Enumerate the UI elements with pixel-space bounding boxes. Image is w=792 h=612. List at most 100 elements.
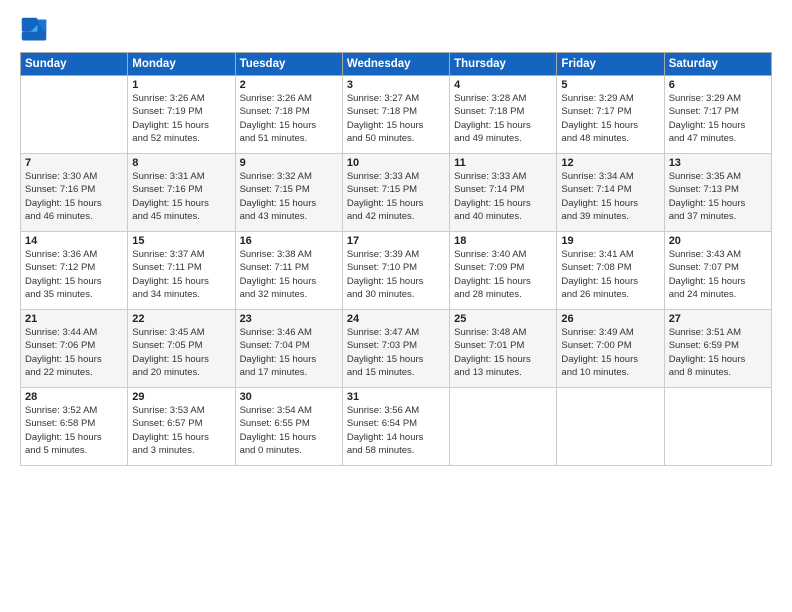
day-cell: 28Sunrise: 3:52 AM Sunset: 6:58 PM Dayli… xyxy=(21,388,128,466)
page: SundayMondayTuesdayWednesdayThursdayFrid… xyxy=(0,0,792,612)
day-detail: Sunrise: 3:39 AM Sunset: 7:10 PM Dayligh… xyxy=(347,248,445,301)
day-number: 7 xyxy=(25,157,123,169)
day-number: 3 xyxy=(347,79,445,91)
day-detail: Sunrise: 3:40 AM Sunset: 7:09 PM Dayligh… xyxy=(454,248,552,301)
day-detail: Sunrise: 3:30 AM Sunset: 7:16 PM Dayligh… xyxy=(25,170,123,223)
day-number: 25 xyxy=(454,313,552,325)
day-detail: Sunrise: 3:36 AM Sunset: 7:12 PM Dayligh… xyxy=(25,248,123,301)
day-detail: Sunrise: 3:43 AM Sunset: 7:07 PM Dayligh… xyxy=(669,248,767,301)
day-detail: Sunrise: 3:46 AM Sunset: 7:04 PM Dayligh… xyxy=(240,326,338,379)
week-row-2: 7Sunrise: 3:30 AM Sunset: 7:16 PM Daylig… xyxy=(21,154,772,232)
day-cell: 27Sunrise: 3:51 AM Sunset: 6:59 PM Dayli… xyxy=(664,310,771,388)
day-number: 12 xyxy=(561,157,659,169)
weekday-tuesday: Tuesday xyxy=(235,53,342,76)
day-cell: 25Sunrise: 3:48 AM Sunset: 7:01 PM Dayli… xyxy=(450,310,557,388)
day-detail: Sunrise: 3:41 AM Sunset: 7:08 PM Dayligh… xyxy=(561,248,659,301)
day-detail: Sunrise: 3:47 AM Sunset: 7:03 PM Dayligh… xyxy=(347,326,445,379)
day-number: 18 xyxy=(454,235,552,247)
day-cell: 3Sunrise: 3:27 AM Sunset: 7:18 PM Daylig… xyxy=(342,76,449,154)
day-detail: Sunrise: 3:26 AM Sunset: 7:18 PM Dayligh… xyxy=(240,92,338,145)
day-detail: Sunrise: 3:27 AM Sunset: 7:18 PM Dayligh… xyxy=(347,92,445,145)
day-cell: 19Sunrise: 3:41 AM Sunset: 7:08 PM Dayli… xyxy=(557,232,664,310)
day-number: 6 xyxy=(669,79,767,91)
day-cell: 24Sunrise: 3:47 AM Sunset: 7:03 PM Dayli… xyxy=(342,310,449,388)
day-number: 27 xyxy=(669,313,767,325)
day-number: 23 xyxy=(240,313,338,325)
day-cell: 30Sunrise: 3:54 AM Sunset: 6:55 PM Dayli… xyxy=(235,388,342,466)
day-cell: 10Sunrise: 3:33 AM Sunset: 7:15 PM Dayli… xyxy=(342,154,449,232)
week-row-5: 28Sunrise: 3:52 AM Sunset: 6:58 PM Dayli… xyxy=(21,388,772,466)
weekday-wednesday: Wednesday xyxy=(342,53,449,76)
weekday-monday: Monday xyxy=(128,53,235,76)
day-cell: 11Sunrise: 3:33 AM Sunset: 7:14 PM Dayli… xyxy=(450,154,557,232)
day-number: 2 xyxy=(240,79,338,91)
day-detail: Sunrise: 3:45 AM Sunset: 7:05 PM Dayligh… xyxy=(132,326,230,379)
day-number: 4 xyxy=(454,79,552,91)
day-number: 30 xyxy=(240,391,338,403)
day-cell: 4Sunrise: 3:28 AM Sunset: 7:18 PM Daylig… xyxy=(450,76,557,154)
day-cell: 22Sunrise: 3:45 AM Sunset: 7:05 PM Dayli… xyxy=(128,310,235,388)
day-detail: Sunrise: 3:49 AM Sunset: 7:00 PM Dayligh… xyxy=(561,326,659,379)
day-detail: Sunrise: 3:28 AM Sunset: 7:18 PM Dayligh… xyxy=(454,92,552,145)
weekday-saturday: Saturday xyxy=(664,53,771,76)
day-cell: 7Sunrise: 3:30 AM Sunset: 7:16 PM Daylig… xyxy=(21,154,128,232)
day-detail: Sunrise: 3:31 AM Sunset: 7:16 PM Dayligh… xyxy=(132,170,230,223)
day-number: 1 xyxy=(132,79,230,91)
day-detail: Sunrise: 3:33 AM Sunset: 7:15 PM Dayligh… xyxy=(347,170,445,223)
day-number: 28 xyxy=(25,391,123,403)
weekday-sunday: Sunday xyxy=(21,53,128,76)
day-cell: 21Sunrise: 3:44 AM Sunset: 7:06 PM Dayli… xyxy=(21,310,128,388)
day-detail: Sunrise: 3:52 AM Sunset: 6:58 PM Dayligh… xyxy=(25,404,123,457)
day-cell: 29Sunrise: 3:53 AM Sunset: 6:57 PM Dayli… xyxy=(128,388,235,466)
day-cell: 26Sunrise: 3:49 AM Sunset: 7:00 PM Dayli… xyxy=(557,310,664,388)
weekday-friday: Friday xyxy=(557,53,664,76)
day-cell: 8Sunrise: 3:31 AM Sunset: 7:16 PM Daylig… xyxy=(128,154,235,232)
day-cell: 17Sunrise: 3:39 AM Sunset: 7:10 PM Dayli… xyxy=(342,232,449,310)
day-cell: 23Sunrise: 3:46 AM Sunset: 7:04 PM Dayli… xyxy=(235,310,342,388)
day-number: 5 xyxy=(561,79,659,91)
day-detail: Sunrise: 3:54 AM Sunset: 6:55 PM Dayligh… xyxy=(240,404,338,457)
day-detail: Sunrise: 3:34 AM Sunset: 7:14 PM Dayligh… xyxy=(561,170,659,223)
day-cell xyxy=(21,76,128,154)
day-cell: 16Sunrise: 3:38 AM Sunset: 7:11 PM Dayli… xyxy=(235,232,342,310)
day-cell: 15Sunrise: 3:37 AM Sunset: 7:11 PM Dayli… xyxy=(128,232,235,310)
day-number: 31 xyxy=(347,391,445,403)
day-detail: Sunrise: 3:33 AM Sunset: 7:14 PM Dayligh… xyxy=(454,170,552,223)
day-number: 17 xyxy=(347,235,445,247)
day-detail: Sunrise: 3:26 AM Sunset: 7:19 PM Dayligh… xyxy=(132,92,230,145)
day-cell: 20Sunrise: 3:43 AM Sunset: 7:07 PM Dayli… xyxy=(664,232,771,310)
day-number: 29 xyxy=(132,391,230,403)
day-cell: 5Sunrise: 3:29 AM Sunset: 7:17 PM Daylig… xyxy=(557,76,664,154)
day-number: 11 xyxy=(454,157,552,169)
day-detail: Sunrise: 3:35 AM Sunset: 7:13 PM Dayligh… xyxy=(669,170,767,223)
day-number: 20 xyxy=(669,235,767,247)
calendar: SundayMondayTuesdayWednesdayThursdayFrid… xyxy=(20,52,772,466)
day-cell: 13Sunrise: 3:35 AM Sunset: 7:13 PM Dayli… xyxy=(664,154,771,232)
day-number: 15 xyxy=(132,235,230,247)
day-number: 16 xyxy=(240,235,338,247)
day-cell: 2Sunrise: 3:26 AM Sunset: 7:18 PM Daylig… xyxy=(235,76,342,154)
day-detail: Sunrise: 3:51 AM Sunset: 6:59 PM Dayligh… xyxy=(669,326,767,379)
weekday-thursday: Thursday xyxy=(450,53,557,76)
day-cell xyxy=(664,388,771,466)
day-detail: Sunrise: 3:29 AM Sunset: 7:17 PM Dayligh… xyxy=(669,92,767,145)
day-number: 9 xyxy=(240,157,338,169)
logo xyxy=(20,16,52,44)
day-detail: Sunrise: 3:48 AM Sunset: 7:01 PM Dayligh… xyxy=(454,326,552,379)
day-detail: Sunrise: 3:38 AM Sunset: 7:11 PM Dayligh… xyxy=(240,248,338,301)
day-cell: 9Sunrise: 3:32 AM Sunset: 7:15 PM Daylig… xyxy=(235,154,342,232)
day-number: 13 xyxy=(669,157,767,169)
day-number: 19 xyxy=(561,235,659,247)
day-detail: Sunrise: 3:29 AM Sunset: 7:17 PM Dayligh… xyxy=(561,92,659,145)
day-cell: 18Sunrise: 3:40 AM Sunset: 7:09 PM Dayli… xyxy=(450,232,557,310)
day-number: 10 xyxy=(347,157,445,169)
day-number: 21 xyxy=(25,313,123,325)
day-cell xyxy=(450,388,557,466)
day-detail: Sunrise: 3:53 AM Sunset: 6:57 PM Dayligh… xyxy=(132,404,230,457)
logo-icon xyxy=(20,16,48,44)
day-detail: Sunrise: 3:44 AM Sunset: 7:06 PM Dayligh… xyxy=(25,326,123,379)
week-row-4: 21Sunrise: 3:44 AM Sunset: 7:06 PM Dayli… xyxy=(21,310,772,388)
day-number: 26 xyxy=(561,313,659,325)
day-number: 14 xyxy=(25,235,123,247)
day-detail: Sunrise: 3:32 AM Sunset: 7:15 PM Dayligh… xyxy=(240,170,338,223)
